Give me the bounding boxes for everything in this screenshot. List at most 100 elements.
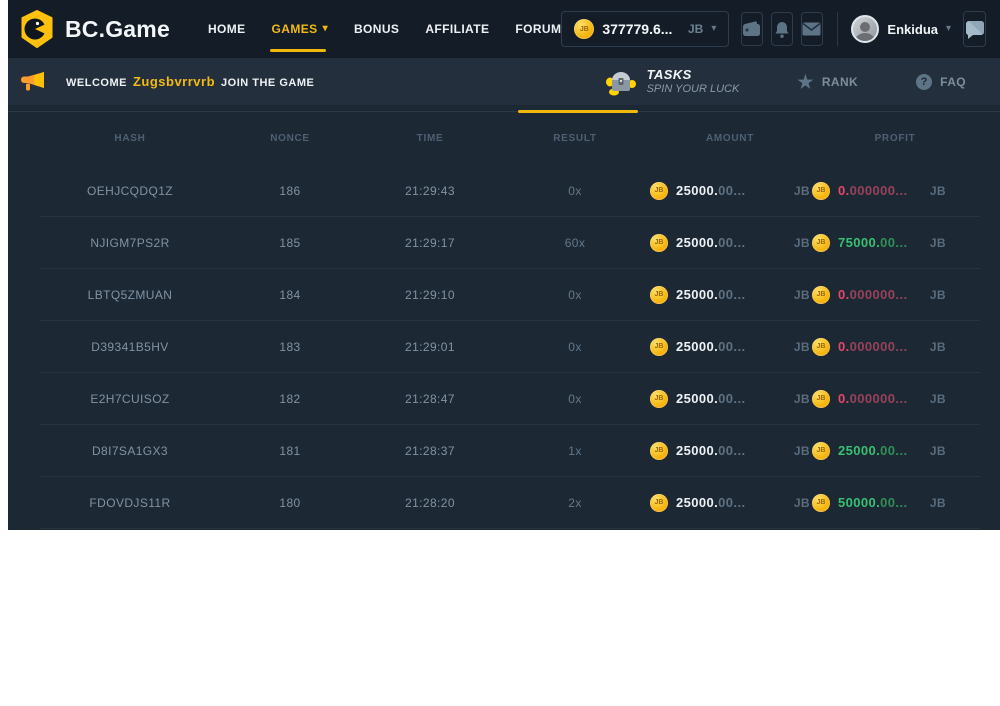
bet-nonce: 181 <box>220 444 360 458</box>
jb-coin-icon: JB <box>574 19 594 39</box>
amount-dec: 00... <box>718 183 745 198</box>
jb-coin-icon: JB <box>812 494 830 512</box>
nav-item-affiliate[interactable]: AFFILIATE <box>425 0 489 58</box>
bet-amount: JB 25000.00... JB <box>650 182 810 200</box>
banner-actions: TASKS SPIN YOUR LUCK ★ RANK ? FAQ <box>605 68 978 96</box>
amount-dec: 00... <box>718 339 745 354</box>
profit-unit: JB <box>930 184 946 198</box>
table-row[interactable]: OEHJCQDQ1Z 186 21:29:43 0x JB 25000.00..… <box>40 165 980 217</box>
wallet-button[interactable] <box>741 12 763 46</box>
bet-result: 0x <box>500 288 650 302</box>
coin-letters: JB <box>817 499 826 506</box>
welcome-line: WELCOME Zugsbvrrvrb JOIN THE GAME <box>66 74 314 89</box>
bet-profit: JB 50000.00... JB <box>810 494 980 512</box>
coin-letters: JB <box>817 291 826 298</box>
amount-int: 25000. <box>676 339 718 354</box>
faq-button[interactable]: ? FAQ <box>916 74 966 90</box>
nav-item-games[interactable]: GAMES ▾ <box>272 0 328 58</box>
welcome-username[interactable]: Zugsbvrrvrb <box>133 74 215 89</box>
messages-button[interactable] <box>801 12 823 46</box>
jb-coin-icon: JB <box>650 338 668 356</box>
amount-dec: 00... <box>718 495 745 510</box>
welcome-message: WELCOME Zugsbvrrvrb JOIN THE GAME <box>20 70 314 94</box>
table-row[interactable]: FDOVDJS11R 180 21:28:20 2x JB 25000.00..… <box>40 477 980 529</box>
bet-result: 2x <box>500 496 650 510</box>
chevron-down-icon: ▾ <box>711 24 716 34</box>
nav-item-bonus[interactable]: BONUS <box>354 0 399 58</box>
amount-unit: JB <box>794 184 810 198</box>
balance-selector[interactable]: JB 377779.6... JB ▾ <box>561 11 729 47</box>
app-window: BC.Game HOME GAMES ▾ BONUS AFFILIATE FOR… <box>8 0 1000 530</box>
amount-value: 25000.00... <box>676 287 745 302</box>
table-row[interactable]: D8I7SA1GX3 181 21:28:37 1x JB 25000.00..… <box>40 425 980 477</box>
coin-letters: JB <box>655 447 664 454</box>
bet-profit: JB 0.000000... JB <box>810 182 980 200</box>
amount-unit: JB <box>794 444 810 458</box>
profit-dec: 00... <box>880 235 907 250</box>
amount-unit: JB <box>794 236 810 250</box>
profit-value: 0.000000... <box>838 391 907 406</box>
amount-int: 25000. <box>676 443 718 458</box>
user-menu[interactable]: Enkidua ▾ <box>851 15 951 43</box>
table-header: HASH NONCE TIME RESULT AMOUNT PROFIT <box>40 112 980 165</box>
bet-profit: JB 25000.00... JB <box>810 442 980 460</box>
currency-label: JB <box>688 22 703 36</box>
table-row[interactable]: NJIGM7PS2R 185 21:29:17 60x JB 25000.00.… <box>40 217 980 269</box>
column-nonce: NONCE <box>220 133 360 144</box>
balance-amount: 377779.6... <box>602 21 672 37</box>
amount-unit: JB <box>794 340 810 354</box>
jb-coin-icon: JB <box>650 494 668 512</box>
profit-dec: 000000... <box>850 287 908 302</box>
bell-icon <box>773 20 791 39</box>
coin-letters: JB <box>817 447 826 454</box>
bet-profit: JB 0.000000... JB <box>810 286 980 304</box>
profit-int: 0. <box>838 287 850 302</box>
table-row[interactable]: E2H7CUISOZ 182 21:28:47 0x JB 25000.00..… <box>40 373 980 425</box>
coin-letters: JB <box>817 187 826 194</box>
brand-name: BC.Game <box>65 16 170 43</box>
page: BC.Game HOME GAMES ▾ BONUS AFFILIATE FOR… <box>0 0 1000 706</box>
username: Enkidua <box>887 22 938 37</box>
profit-unit: JB <box>930 340 946 354</box>
chat-toggle-button[interactable] <box>963 11 986 47</box>
chat-icon <box>965 19 985 39</box>
tasks-button[interactable]: TASKS SPIN YOUR LUCK <box>605 68 740 96</box>
profit-value: 0.000000... <box>838 287 907 302</box>
column-result: RESULT <box>500 133 650 144</box>
coin-letters: JB <box>655 187 664 194</box>
nav-divider <box>837 12 838 46</box>
amount-int: 25000. <box>676 235 718 250</box>
coin-letters: JB <box>655 291 664 298</box>
logo[interactable]: BC.Game <box>18 10 170 48</box>
amount-int: 25000. <box>676 287 718 302</box>
amount-value: 25000.00... <box>676 443 745 458</box>
profit-int: 0. <box>838 339 850 354</box>
megaphone-icon <box>20 70 46 94</box>
profit-unit: JB <box>930 236 946 250</box>
table-row[interactable]: D39341B5HV 183 21:29:01 0x JB 25000.00..… <box>40 321 980 373</box>
bcgame-logo-icon <box>18 10 56 48</box>
bet-amount: JB 25000.00... JB <box>650 234 810 252</box>
main-menu: HOME GAMES ▾ BONUS AFFILIATE FORUM <box>208 0 561 58</box>
nav-item-forum[interactable]: FORUM <box>515 0 561 58</box>
bet-time: 21:28:37 <box>360 444 500 458</box>
bets-table: HASH NONCE TIME RESULT AMOUNT PROFIT OEH… <box>8 105 1000 529</box>
bet-profit: JB 0.000000... JB <box>810 390 980 408</box>
notifications-button[interactable] <box>771 12 793 46</box>
nav-item-home[interactable]: HOME <box>208 0 246 58</box>
table-row[interactable]: LBTQ5ZMUAN 184 21:29:10 0x JB 25000.00..… <box>40 269 980 321</box>
profit-dec: 000000... <box>850 339 908 354</box>
profit-value: 0.000000... <box>838 339 907 354</box>
jb-coin-icon: JB <box>812 234 830 252</box>
jb-coin-icon: JB <box>650 442 668 460</box>
avatar <box>851 15 879 43</box>
announcement-banner: WELCOME Zugsbvrrvrb JOIN THE GAME <box>8 58 1000 105</box>
nav-bonus-label: BONUS <box>354 22 399 36</box>
jb-coin-icon: JB <box>650 234 668 252</box>
bet-amount: JB 25000.00... JB <box>650 286 810 304</box>
rank-button[interactable]: ★ RANK <box>797 73 858 91</box>
bet-amount: JB 25000.00... JB <box>650 338 810 356</box>
bet-result: 60x <box>500 236 650 250</box>
bet-time: 21:29:01 <box>360 340 500 354</box>
selected-tab-indicator <box>518 110 638 113</box>
